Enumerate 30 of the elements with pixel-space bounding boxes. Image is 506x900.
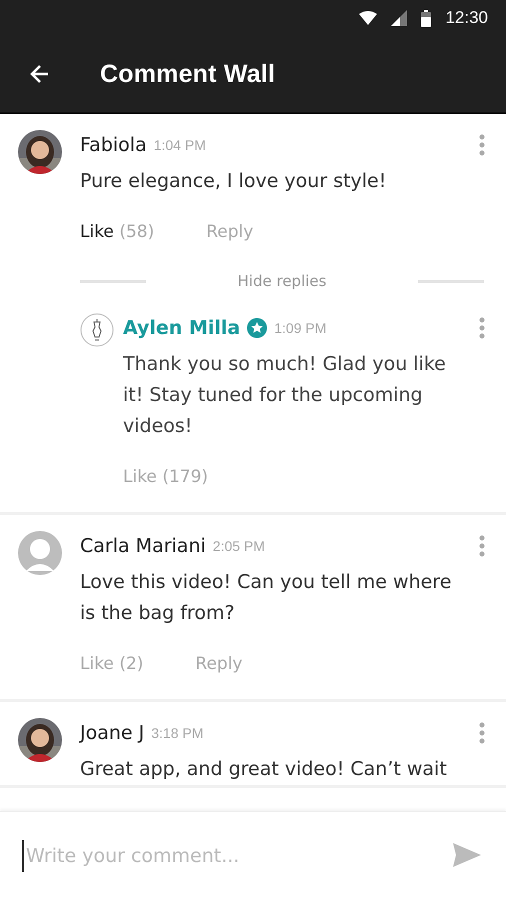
clock-time: 12:30 (445, 8, 488, 28)
comment-text: Thank you so much! Glad you like it! Stay tuned for the upcoming videos! (123, 352, 447, 439)
reply-button[interactable]: Reply (206, 222, 254, 242)
battery-icon (421, 10, 432, 26)
screen-title: Comment Wall (100, 60, 276, 88)
avatar-placeholder-icon (18, 531, 62, 575)
timestamp: 2:05 PM (212, 538, 265, 554)
wifi-icon (359, 11, 378, 25)
author-name: Aylen Milla (123, 317, 240, 339)
like-button[interactable]: Like (179) (123, 467, 208, 487)
signal-icon (391, 10, 408, 26)
comment-text: Love this video! Can you tell me where is the bag from? (80, 570, 452, 626)
send-button[interactable] (452, 843, 482, 869)
like-button[interactable]: Like (58) (80, 222, 154, 242)
more-options-button[interactable] (478, 316, 486, 340)
reply-button[interactable]: Reply (195, 654, 242, 674)
author-name: Joane J (80, 722, 144, 744)
hide-replies-button[interactable]: Hide replies (146, 272, 418, 290)
like-button[interactable]: Like (2) (80, 654, 144, 674)
timestamp: 1:09 PM (274, 320, 326, 336)
more-options-button[interactable] (478, 534, 486, 558)
timestamp: 3:18 PM (151, 725, 204, 741)
author-name: Carla Mariani (80, 535, 206, 557)
more-options-button[interactable] (478, 721, 486, 745)
dress-form-icon (80, 313, 114, 347)
comment-text: Pure elegance, I love your style! (80, 169, 388, 194)
more-options-button[interactable] (478, 133, 486, 157)
author-name: Fabiola (80, 134, 147, 156)
timestamp: 1:04 PM (154, 137, 206, 153)
comment-text: Great app, and great video! Can’t wait (80, 757, 448, 782)
